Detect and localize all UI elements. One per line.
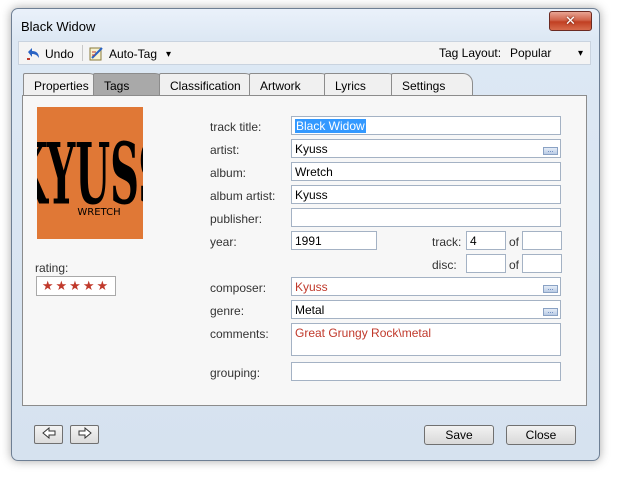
tab-properties[interactable]: Properties [23,73,99,95]
next-track-button[interactable] [70,425,99,444]
composer-value: Kyuss [295,280,328,294]
disc-label: disc: [432,258,457,272]
track-title-field[interactable]: Black Widow [291,116,561,135]
album-artwork[interactable]: KYUSS WRETCH [37,107,143,239]
artist-value: Kyuss [295,142,328,156]
disc-total-field[interactable] [522,254,562,273]
previous-track-button[interactable] [34,425,63,444]
tab-lyrics[interactable]: Lyrics [324,73,398,95]
window-title: Black Widow [21,19,96,34]
grouping-label: grouping: [210,366,261,380]
rating-stars[interactable]: ★★★★★ [36,276,116,296]
track-of-label: of [509,235,520,249]
publisher-label: publisher: [210,212,263,226]
artist-ellipsis-button[interactable]: ... [543,147,558,155]
undo-icon [25,46,41,62]
rating-label: rating: [35,261,69,275]
year-field[interactable]: 1991 [291,231,377,250]
album-field[interactable]: Wretch [291,162,561,181]
track-label: track: [432,235,462,249]
tab-settings[interactable]: Settings [391,73,473,95]
tag-layout-select[interactable]: Popular ▾ [510,46,587,60]
close-window-button[interactable]: ✕ [549,11,592,31]
close-button[interactable]: Close [506,425,576,445]
save-button[interactable]: Save [424,425,494,445]
tab-strip: Properties Tags Classification Artwork L… [23,73,593,96]
genre-label: genre: [210,304,245,318]
chevron-down-icon: ▾ [578,47,584,59]
toolbar: Undo Auto-Tag ▾ Tag Layout: Popular ▾ [18,41,591,65]
year-label: year: [210,235,237,249]
close-icon: ✕ [565,13,576,29]
chevron-down-icon[interactable]: ▾ [166,49,171,60]
genre-value: Metal [295,303,325,317]
grouping-field[interactable] [291,362,561,381]
autotag-label: Auto-Tag [109,47,158,61]
composer-ellipsis-button[interactable]: ... [543,285,558,293]
tag-editor-window: Black Widow ✕ Undo Auto-Tag ▾ Tag Layout… [11,8,600,461]
album-label: album: [210,166,247,180]
undo-label: Undo [45,47,74,61]
composer-field[interactable]: Kyuss ... [291,277,561,296]
disc-number-field[interactable] [466,254,506,273]
album-artist-label: album artist: [210,189,276,203]
tab-classification[interactable]: Classification [159,73,255,95]
arrow-right-icon [78,426,92,442]
undo-button[interactable]: Undo [25,46,74,62]
tab-artwork[interactable]: Artwork [249,73,331,95]
track-number-field[interactable]: 4 [466,231,506,250]
comments-label: comments: [210,327,269,341]
comments-field[interactable]: Great Grungy Rock\metal [291,323,561,356]
autotag-icon [89,46,105,62]
arrow-left-icon [41,426,56,442]
album-artist-field[interactable]: Kyuss [291,185,561,204]
autotag-button[interactable]: Auto-Tag ▾ [89,46,171,62]
title-bar[interactable]: Black Widow ✕ [12,9,599,39]
tag-layout-value: Popular [510,46,552,60]
track-title-value: Black Widow [295,119,366,133]
artwork-album-text: WRETCH [77,207,120,218]
composer-label: composer: [210,281,267,295]
track-total-field[interactable] [522,231,562,250]
tag-layout-label: Tag Layout: [439,46,502,60]
bottom-bar: Save Close [21,413,588,449]
artist-field[interactable]: Kyuss ... [291,139,561,158]
toolbar-separator [82,45,83,61]
genre-field[interactable]: Metal ... [291,300,561,319]
artist-label: artist: [210,143,240,157]
disc-of-label: of [509,258,520,272]
track-title-label: track title: [210,120,262,134]
publisher-field[interactable] [291,208,561,227]
genre-ellipsis-button[interactable]: ... [543,308,558,316]
tab-tags[interactable]: Tags [93,73,165,96]
